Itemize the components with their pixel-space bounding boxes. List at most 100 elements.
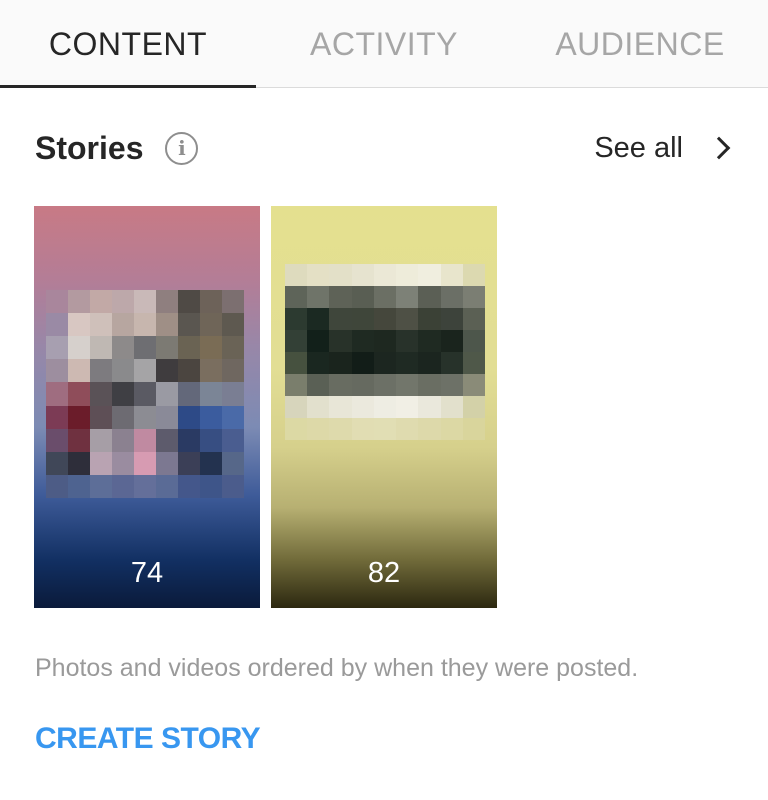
thumbnail-pixel-block xyxy=(156,359,178,383)
see-all-button[interactable]: See all xyxy=(594,126,735,170)
thumbnail-pixel-block xyxy=(68,405,90,429)
thumbnail-pixel-block xyxy=(156,405,178,429)
thumbnail-pixel-block xyxy=(134,359,156,383)
story-thumbnail[interactable]: 82 xyxy=(271,206,497,608)
thumbnail-pixel-block xyxy=(285,308,308,330)
thumbnail-pixel-block xyxy=(200,428,222,452)
thumbnail-pixel-block xyxy=(222,336,244,360)
thumbnail-pixel-block xyxy=(134,474,156,498)
thumbnail-pixel-block xyxy=(68,313,90,337)
story-thumbnail-pixelated-content xyxy=(46,290,244,498)
thumbnail-pixel-block xyxy=(90,405,112,429)
thumbnail-pixel-block xyxy=(285,418,308,440)
thumbnail-pixel-block xyxy=(396,308,419,330)
thumbnail-pixel-block xyxy=(90,336,112,360)
thumbnail-pixel-block xyxy=(307,286,330,308)
thumbnail-pixel-block xyxy=(462,374,485,396)
thumbnail-pixel-block xyxy=(285,396,308,418)
thumbnail-pixel-block xyxy=(200,382,222,406)
thumbnail-pixel-block xyxy=(396,352,419,374)
thumbnail-pixel-block xyxy=(418,396,441,418)
thumbnail-pixel-block xyxy=(112,290,134,314)
thumbnail-pixel-block xyxy=(373,308,397,330)
thumbnail-pixel-block xyxy=(222,428,244,452)
thumbnail-pixel-block xyxy=(418,374,441,396)
thumbnail-pixel-block xyxy=(396,264,419,286)
thumbnail-pixel-block xyxy=(373,264,397,286)
story-view-count: 82 xyxy=(367,557,401,589)
thumbnail-pixel-block xyxy=(418,308,441,330)
thumbnail-pixel-block xyxy=(351,308,374,330)
tab-content[interactable]: CONTENT xyxy=(0,0,256,88)
thumbnail-pixel-block xyxy=(285,264,308,286)
thumbnail-pixel-block xyxy=(396,374,419,396)
thumbnail-pixel-block xyxy=(178,451,200,475)
thumbnail-pixel-block xyxy=(222,313,244,337)
thumbnail-pixel-block xyxy=(156,451,178,475)
thumbnail-pixel-block xyxy=(90,382,112,406)
thumbnail-pixel-block xyxy=(307,308,330,330)
thumbnail-pixel-block xyxy=(462,352,485,374)
thumbnail-pixel-block xyxy=(112,428,134,452)
thumbnail-pixel-block xyxy=(68,451,90,475)
thumbnail-pixel-block xyxy=(112,451,134,475)
thumbnail-pixel-block xyxy=(396,418,419,440)
tab-audience[interactable]: AUDIENCE xyxy=(512,0,768,88)
thumbnail-pixel-block xyxy=(373,352,397,374)
thumbnail-pixel-block xyxy=(200,290,222,314)
thumbnail-pixel-block xyxy=(46,474,68,498)
thumbnail-pixel-block xyxy=(90,428,112,452)
thumbnail-pixel-block xyxy=(68,359,90,383)
tab-activity[interactable]: ACTIVITY xyxy=(256,0,512,88)
thumbnail-pixel-block xyxy=(46,313,68,337)
thumbnail-pixel-block xyxy=(200,313,222,337)
thumbnail-pixel-block xyxy=(46,405,68,429)
thumbnail-pixel-block xyxy=(351,264,374,286)
thumbnail-pixel-block xyxy=(112,382,134,406)
thumbnail-pixel-block xyxy=(90,474,112,498)
thumbnail-pixel-block xyxy=(112,474,134,498)
thumbnail-pixel-block xyxy=(112,405,134,429)
thumbnail-pixel-block xyxy=(112,336,134,360)
story-view-count: 74 xyxy=(130,557,164,589)
thumbnail-pixel-block xyxy=(222,474,244,498)
thumbnail-pixel-block xyxy=(134,405,156,429)
thumbnail-pixel-block xyxy=(178,290,200,314)
thumbnail-pixel-block xyxy=(462,330,485,352)
create-story-button[interactable]: CREATE STORY xyxy=(35,722,261,756)
thumbnail-pixel-block xyxy=(285,330,308,352)
thumbnail-pixel-block xyxy=(307,396,330,418)
thumbnail-pixel-block xyxy=(156,336,178,360)
thumbnail-pixel-block xyxy=(200,359,222,383)
thumbnail-pixel-block xyxy=(418,264,441,286)
thumbnail-pixel-block xyxy=(440,264,463,286)
thumbnail-pixel-block xyxy=(68,336,90,360)
thumbnail-pixel-block xyxy=(329,286,352,308)
thumbnail-pixel-block xyxy=(462,418,485,440)
thumbnail-pixel-block xyxy=(46,451,68,475)
thumbnail-pixel-block xyxy=(351,418,374,440)
thumbnail-pixel-block xyxy=(351,374,374,396)
thumbnail-pixel-block xyxy=(440,308,463,330)
stories-title: Stories xyxy=(35,129,144,166)
thumbnail-pixel-block xyxy=(46,290,68,314)
thumbnail-pixel-block xyxy=(178,313,200,337)
thumbnail-pixel-block xyxy=(90,359,112,383)
thumbnail-pixel-block xyxy=(373,286,397,308)
thumbnail-pixel-block xyxy=(68,428,90,452)
thumbnail-pixel-block xyxy=(178,474,200,498)
thumbnail-pixel-block xyxy=(156,474,178,498)
thumbnail-pixel-block xyxy=(307,264,330,286)
chevron-right-icon xyxy=(707,136,731,160)
thumbnail-pixel-block xyxy=(68,474,90,498)
thumbnail-pixel-block xyxy=(373,330,397,352)
info-icon[interactable]: i xyxy=(165,131,199,165)
thumbnail-pixel-block xyxy=(285,286,308,308)
thumbnail-pixel-block xyxy=(46,382,68,406)
thumbnail-pixel-block xyxy=(329,418,352,440)
active-tab-indicator xyxy=(0,85,256,88)
thumbnail-pixel-block xyxy=(351,396,374,418)
story-thumbnail[interactable]: 74 xyxy=(34,206,260,608)
thumbnail-pixel-block xyxy=(329,396,352,418)
thumbnail-pixel-block xyxy=(134,336,156,360)
